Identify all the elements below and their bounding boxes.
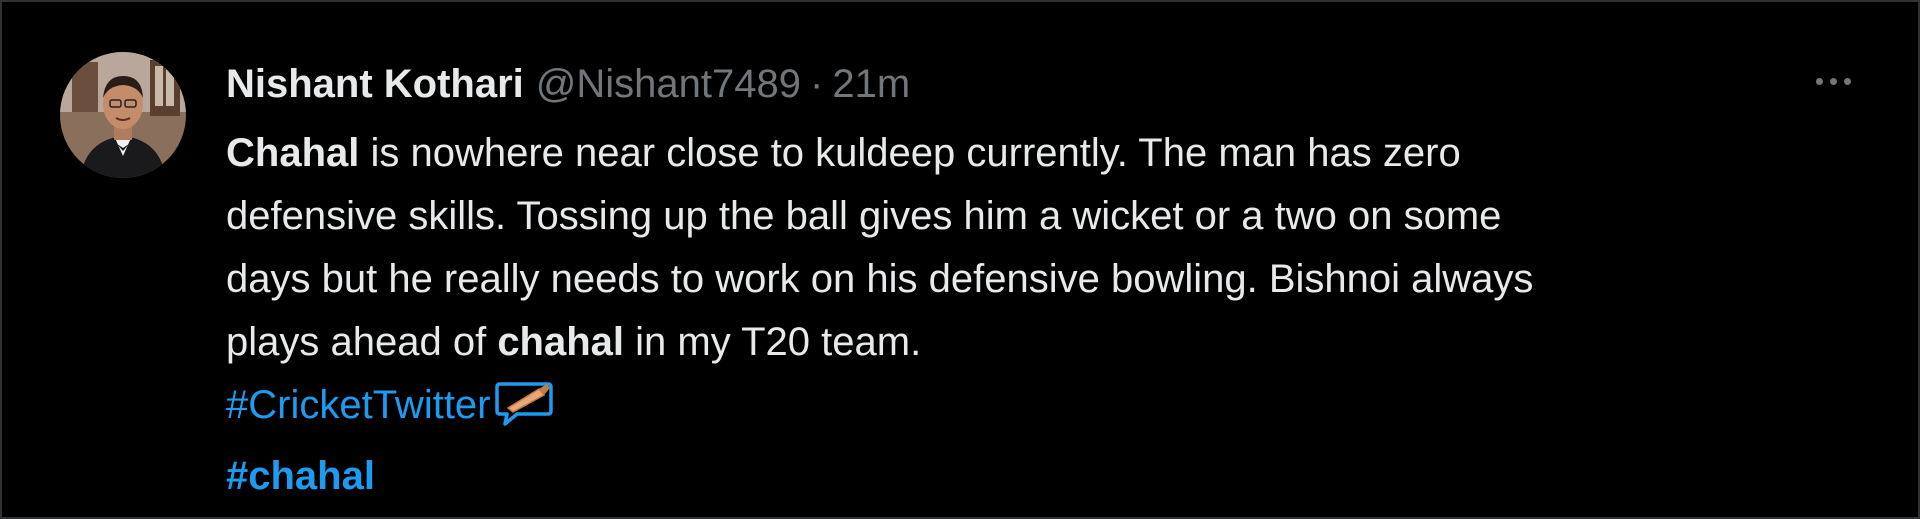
cricket-bat-speech-bubble-icon [494, 380, 553, 445]
hashtag-line: #chahal [226, 445, 1846, 508]
tweet-card[interactable]: Nishant Kothari @Nishant7489 · 21m Chaha… [0, 0, 1920, 519]
author-name[interactable]: Nishant Kothari [226, 58, 524, 110]
highlight-chahal: Chahal [226, 131, 360, 175]
hashtag-cricket-twitter[interactable]: #CricketTwitter [226, 383, 491, 427]
author-handle[interactable]: @Nishant7489 [536, 58, 801, 110]
hashtag-line: #CricketTwitter [226, 374, 1846, 445]
tweet-header: Nishant Kothari @Nishant7489 · 21m [226, 58, 910, 110]
separator-dot: · [810, 62, 824, 106]
tweet-text: Chahal is nowhere near close to kuldeep … [226, 122, 1846, 508]
text-segment: in my T20 team. [624, 320, 922, 364]
tweet-text-line: defensive skills. Tossing up the ball gi… [226, 194, 1502, 238]
more-options-button[interactable] [1808, 64, 1858, 98]
tweet-timestamp[interactable]: 21m [832, 58, 910, 110]
tweet-text-line: plays ahead of chahal in my T20 team. [226, 311, 1846, 374]
highlight-chahal: chahal [497, 320, 625, 364]
avatar-photo [60, 52, 186, 178]
hashtag-chahal[interactable]: #chahal [226, 454, 375, 498]
tweet-text-line: Chahal is nowhere near close to kuldeep … [226, 122, 1846, 185]
more-horizontal-icon [1829, 77, 1837, 85]
text-segment: is nowhere near close to kuldeep current… [359, 131, 1461, 175]
more-horizontal-icon [1815, 77, 1823, 85]
more-horizontal-icon [1843, 77, 1851, 85]
tweet-text-line: days but he really needs to work on his … [226, 257, 1534, 301]
avatar[interactable] [60, 52, 186, 178]
text-segment: plays ahead of [226, 320, 498, 364]
